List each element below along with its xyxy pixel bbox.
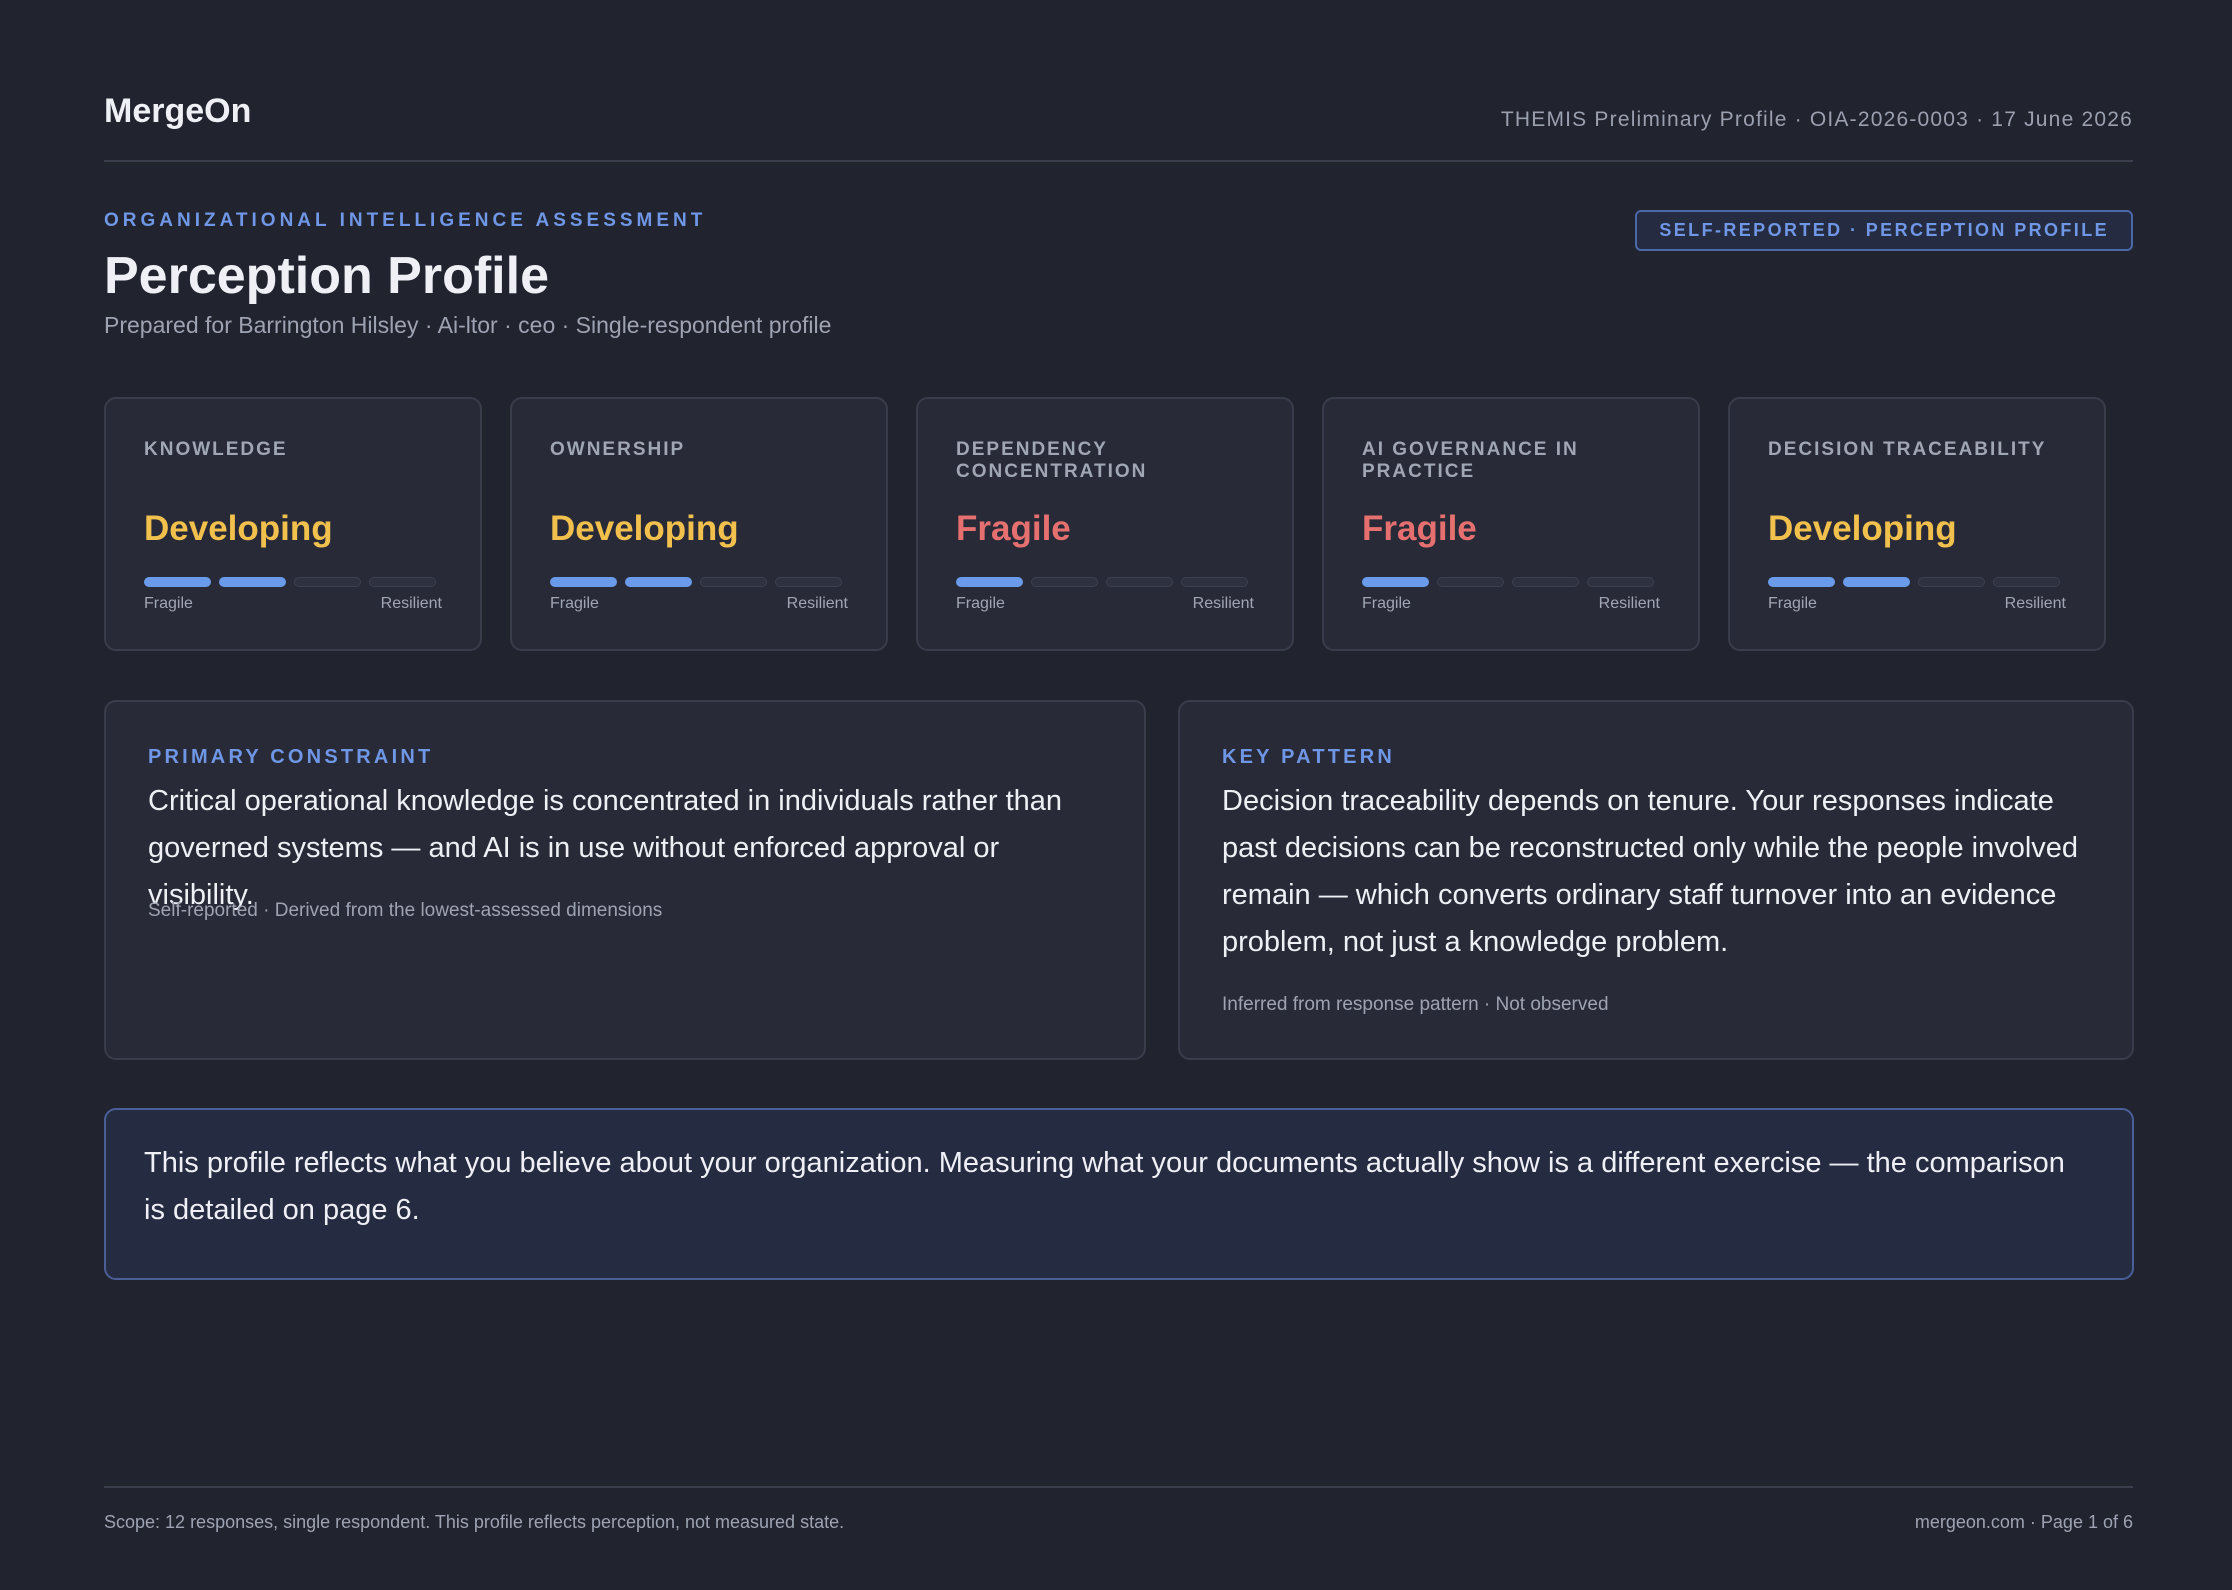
dimension-meter	[144, 577, 444, 587]
dimension-label: OWNERSHIP	[550, 439, 686, 460]
meter-segment-filled	[219, 577, 286, 587]
meter-segment-filled	[1768, 577, 1835, 587]
dimension-rating: Developing	[550, 509, 739, 548]
dimension-label: DECISION TRACEABILITY	[1768, 439, 2047, 460]
page-title: Perception Profile	[104, 247, 549, 305]
meter-segment-filled	[144, 577, 211, 587]
panel-eyebrow: PRIMARY CONSTRAINT	[148, 746, 434, 768]
dimension-rating: Developing	[144, 509, 333, 548]
dimension-card-decision-traceability: DECISION TRACEABILITY Developing Fragile…	[1728, 397, 2106, 651]
scale-low-label: Fragile	[144, 595, 193, 612]
meter-segment-empty	[1181, 577, 1248, 587]
dimension-meter	[1768, 577, 2068, 587]
panel-note: Self-reported · Derived from the lowest-…	[148, 900, 663, 921]
scale-high-label: Resilient	[1192, 595, 1254, 612]
meter-segment-filled	[625, 577, 692, 587]
dimension-card-ai-governance: AI GOVERNANCE IN PRACTICE Fragile Fragil…	[1322, 397, 1700, 651]
meter-segment-filled	[1362, 577, 1429, 587]
scale-high-label: Resilient	[786, 595, 848, 612]
dimension-card-knowledge: KNOWLEDGE Developing Fragile Resilient	[104, 397, 482, 651]
profile-badge: SELF-REPORTED · PERCEPTION PROFILE	[1635, 210, 2133, 251]
panel-body: Critical operational knowledge is concen…	[148, 785, 1063, 911]
meter-segment-empty	[1993, 577, 2060, 587]
dimension-card-ownership: OWNERSHIP Developing Fragile Resilient	[510, 397, 888, 651]
callout-text: This profile reflects what you believe a…	[144, 1147, 2065, 1226]
meter-segment-empty	[1106, 577, 1173, 587]
meter-segment-filled	[550, 577, 617, 587]
meter-segment-empty	[1918, 577, 1985, 587]
dimension-rating: Developing	[1768, 509, 1957, 548]
page-subtitle: Prepared for Barrington Hilsley · Ai-lto…	[104, 312, 832, 338]
panel-note: Inferred from response pattern · Not obs…	[1222, 994, 1609, 1015]
meter-segment-empty	[1512, 577, 1579, 587]
footer-page-number: mergeon.com · Page 1 of 6	[1914, 1512, 2133, 1532]
scale-high-label: Resilient	[2004, 595, 2066, 612]
dimension-label: KNOWLEDGE	[144, 439, 288, 460]
key-pattern-panel: KEY PATTERN Decision traceability depend…	[1178, 700, 2134, 1060]
meter-segment-empty	[1031, 577, 1098, 587]
meter-segment-empty	[1437, 577, 1504, 587]
dimension-label: AI GOVERNANCE IN PRACTICE	[1362, 439, 1579, 482]
dimension-meter	[550, 577, 850, 587]
report-meta: THEMIS Preliminary Profile · OIA-2026-00…	[1500, 108, 2133, 131]
scale-low-label: Fragile	[956, 595, 1005, 612]
meter-segment-filled	[956, 577, 1023, 587]
primary-constraint-panel: PRIMARY CONSTRAINT Critical operational …	[104, 700, 1146, 1060]
panel-eyebrow: KEY PATTERN	[1222, 746, 1395, 768]
dimension-rating: Fragile	[1362, 509, 1477, 548]
scale-low-label: Fragile	[550, 595, 599, 612]
meter-segment-filled	[1843, 577, 1910, 587]
scale-low-label: Fragile	[1362, 595, 1411, 612]
scale-high-label: Resilient	[380, 595, 442, 612]
report-footer: Scope: 12 responses, single respondent. …	[104, 1486, 2133, 1532]
dimension-rating: Fragile	[956, 509, 1071, 548]
meter-segment-empty	[294, 577, 361, 587]
footer-scope: Scope: 12 responses, single respondent. …	[104, 1512, 845, 1532]
meter-segment-empty	[775, 577, 842, 587]
perception-callout: This profile reflects what you believe a…	[104, 1108, 2134, 1280]
brand-logo: MergeOn	[104, 92, 252, 130]
dimension-meter	[956, 577, 1256, 587]
dimension-cards: KNOWLEDGE Developing Fragile Resilient O…	[104, 397, 2134, 651]
dimension-meter	[1362, 577, 1662, 587]
meter-segment-empty	[700, 577, 767, 587]
meter-segment-empty	[369, 577, 436, 587]
meter-segment-empty	[1587, 577, 1654, 587]
assessment-eyebrow: ORGANIZATIONAL INTELLIGENCE ASSESSMENT	[104, 210, 707, 231]
scale-high-label: Resilient	[1598, 595, 1660, 612]
panel-body: Decision traceability depends on tenure.…	[1222, 785, 2079, 958]
report-page: MergeOn THEMIS Preliminary Profile · OIA…	[0, 0, 2232, 1590]
scale-low-label: Fragile	[1768, 595, 1817, 612]
dimension-label: DEPENDENCY CONCENTRATION	[956, 439, 1148, 482]
dimension-card-dependency-concentration: DEPENDENCY CONCENTRATION Fragile Fragile…	[916, 397, 1294, 651]
report-header: MergeOn THEMIS Preliminary Profile · OIA…	[104, 92, 2133, 162]
